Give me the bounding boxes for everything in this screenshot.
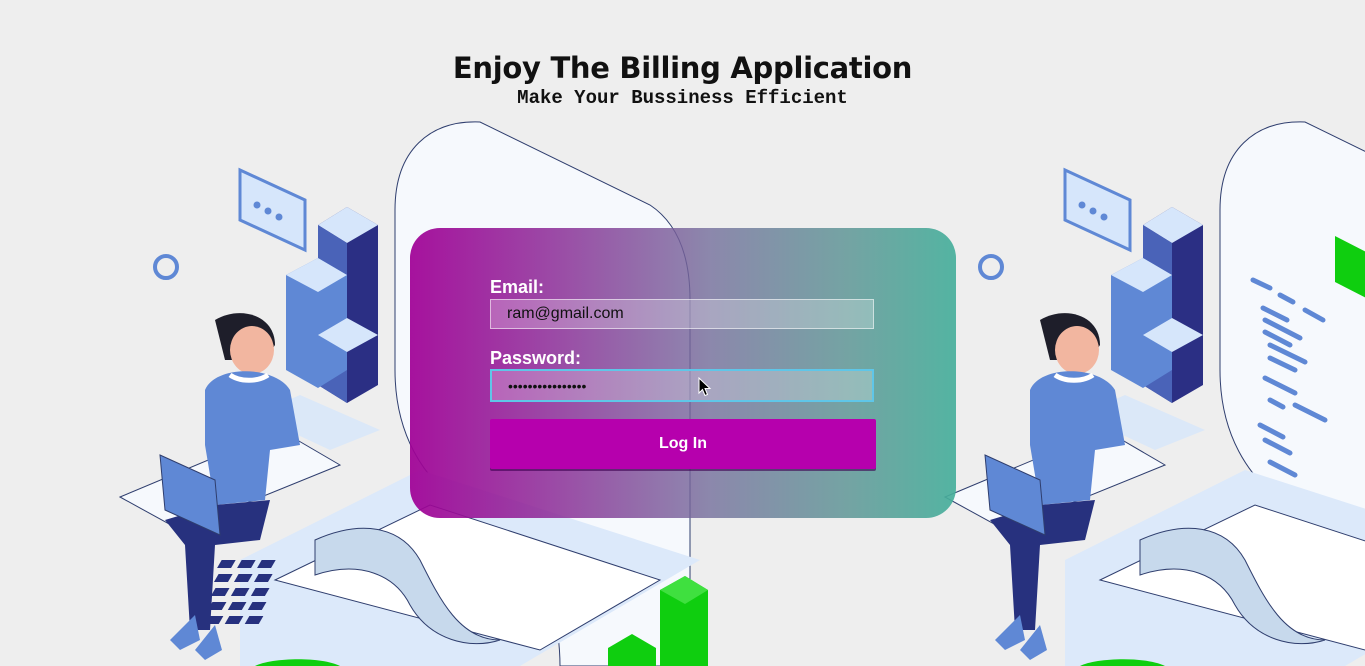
login-button[interactable]: Log In [490,419,876,469]
page-header: Enjoy The Billing Application Make Your … [0,48,1365,108]
email-field[interactable] [490,299,874,329]
page-title: Enjoy The Billing Application [452,51,913,85]
email-label: Email: [490,277,545,297]
login-page: Enjoy The Billing Application Make Your … [0,0,1365,666]
mouse-cursor-icon [698,377,712,397]
chat-bubble-icon [238,167,307,253]
page-subtitle: Make Your Bussiness Efficient [517,87,848,109]
password-field[interactable] [490,369,874,402]
login-form: Email: Password: Log In [410,228,956,518]
password-label: Password: [490,348,582,368]
